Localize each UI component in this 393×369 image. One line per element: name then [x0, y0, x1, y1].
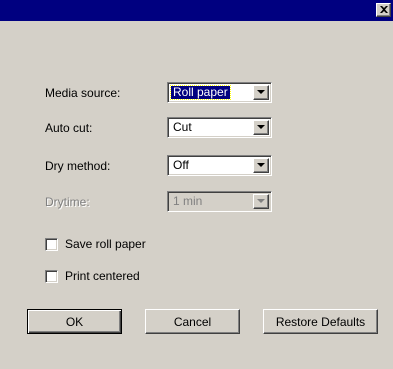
title-bar[interactable] — [0, 0, 393, 21]
close-icon — [380, 6, 388, 13]
chevron-down-icon — [257, 90, 265, 94]
auto-cut-value: Cut — [173, 120, 192, 134]
auto-cut-label: Auto cut: — [45, 121, 93, 135]
media-source-dropdown-button[interactable] — [253, 85, 269, 100]
media-source-value: Roll paper — [170, 85, 231, 100]
auto-cut-dropdown-button[interactable] — [253, 120, 269, 135]
save-roll-paper-checkbox[interactable] — [45, 238, 58, 251]
save-roll-paper-label[interactable]: Save roll paper — [65, 237, 146, 251]
ok-button[interactable]: OK — [27, 309, 122, 334]
close-button[interactable] — [376, 3, 391, 17]
drytime-label: Drytime: — [45, 195, 90, 209]
media-source-label: Media source: — [45, 86, 121, 100]
drytime-select: 1 min — [167, 191, 272, 212]
dry-method-label: Dry method: — [45, 159, 111, 173]
print-options-dialog: Media source: Roll paper Auto cut: Cut D… — [0, 0, 393, 369]
dry-method-value: Off — [173, 158, 189, 172]
chevron-down-icon — [257, 125, 265, 129]
print-centered-label[interactable]: Print centered — [65, 269, 140, 283]
drytime-value: 1 min — [173, 194, 203, 208]
chevron-down-icon — [257, 163, 265, 167]
restore-defaults-button[interactable]: Restore Defaults — [263, 309, 378, 334]
cancel-button[interactable]: Cancel — [145, 309, 240, 334]
auto-cut-select[interactable]: Cut — [167, 117, 272, 138]
drytime-dropdown-button — [253, 194, 269, 209]
media-source-select[interactable]: Roll paper — [167, 82, 272, 103]
print-centered-checkbox[interactable] — [45, 270, 58, 283]
dry-method-select[interactable]: Off — [167, 155, 272, 176]
dry-method-dropdown-button[interactable] — [253, 158, 269, 173]
chevron-down-icon — [257, 199, 265, 203]
